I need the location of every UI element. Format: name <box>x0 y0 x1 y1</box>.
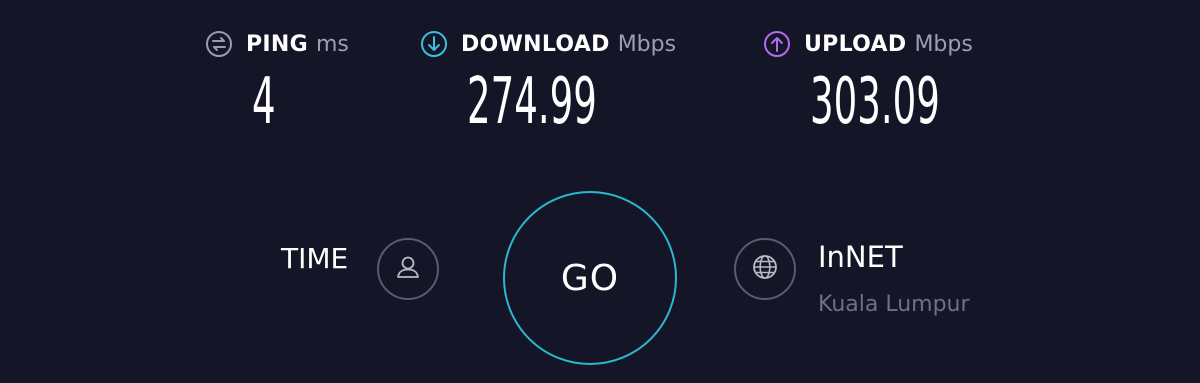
ping-label: PING <box>246 31 308 57</box>
upload-metric: UPLOAD Mbps 303.09 <box>763 30 973 134</box>
ping-metric: PING ms 4 <box>205 30 349 134</box>
time-label: TIME <box>281 242 349 275</box>
download-metric: DOWNLOAD Mbps 274.99 <box>420 30 676 134</box>
download-label: DOWNLOAD <box>461 31 610 57</box>
user-account-button[interactable] <box>377 238 439 300</box>
ping-unit: ms <box>315 31 349 57</box>
ping-icon <box>205 30 233 58</box>
download-arrow-icon <box>420 30 448 58</box>
download-header: DOWNLOAD Mbps <box>420 30 676 58</box>
download-value: 274.99 <box>467 65 597 139</box>
upload-header: UPLOAD Mbps <box>763 30 973 58</box>
go-label: GO <box>560 257 620 299</box>
go-button[interactable]: GO <box>503 191 677 365</box>
change-server-button[interactable] <box>734 238 796 300</box>
globe-icon <box>750 252 780 286</box>
ping-header: PING ms <box>205 30 349 58</box>
upload-arrow-icon <box>763 30 791 58</box>
download-unit: Mbps <box>617 31 677 57</box>
upload-label: UPLOAD <box>804 31 907 57</box>
upload-value: 303.09 <box>810 65 940 139</box>
upload-unit: Mbps <box>914 31 973 57</box>
provider-name[interactable]: InNET <box>818 240 903 274</box>
user-icon <box>393 252 423 286</box>
provider-location[interactable]: Kuala Lumpur <box>818 292 970 317</box>
ping-value: 4 <box>252 65 276 139</box>
